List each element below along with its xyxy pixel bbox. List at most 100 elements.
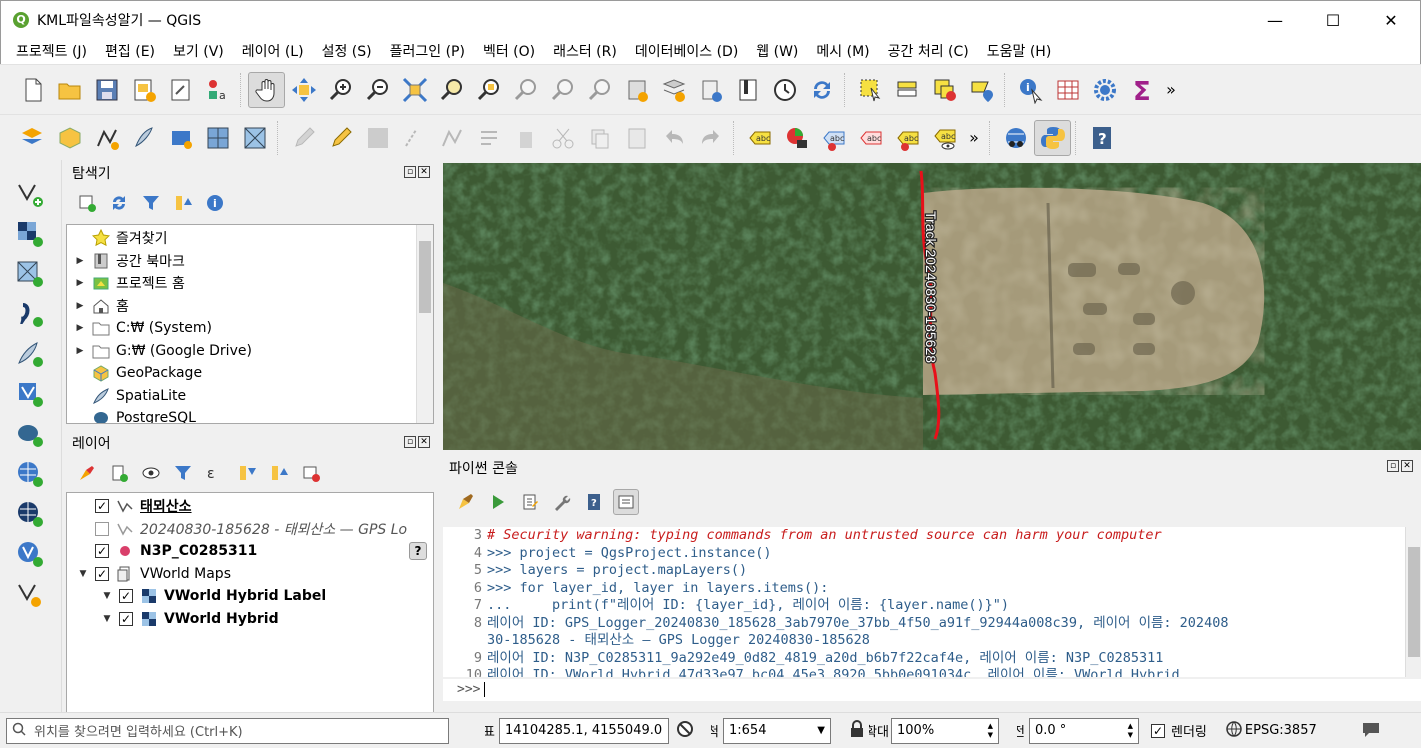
close-panel-icon[interactable]: ✕ [418,166,430,178]
collapse-arrow-icon[interactable]: ▼ [71,569,95,579]
delete-selected-icon[interactable] [507,120,544,156]
identify-features-icon[interactable]: i [1012,72,1049,108]
settings-gear-icon[interactable] [1086,72,1123,108]
locator-search-input[interactable]: 위치를 찾으려면 입력하세요 (Ctrl+K) [6,717,449,744]
open-styling-panel-icon[interactable] [74,460,100,486]
copy-features-icon[interactable] [581,120,618,156]
help-icon[interactable]: ? [1083,120,1120,156]
render-checkbox[interactable]: ✓ [1151,723,1165,738]
layer-visibility-checkbox[interactable]: ✓ [95,544,109,559]
layer-visibility-checkbox[interactable] [95,521,109,536]
diagram-options-icon[interactable] [778,120,815,156]
save-edits-icon[interactable] [359,120,396,156]
digitize-pencil-icon[interactable] [285,120,322,156]
menu-web[interactable]: 웹 (W) [747,41,807,61]
expand-all-icon[interactable] [234,460,260,486]
menu-database[interactable]: 데이터베이스 (D) [626,41,747,61]
unknown-crs-icon[interactable]: ? [409,542,427,561]
add-spatialite-layer-icon[interactable] [6,334,54,374]
style-manager-icon[interactable]: a [199,72,236,108]
zoom-to-selection-icon[interactable] [433,72,470,108]
toggle-editing-icon[interactable] [322,120,359,156]
add-delimited-text-icon[interactable]: , [6,294,54,334]
browser-item-spatial-bookmarks[interactable]: ▶ 공간 북마크 [73,250,433,273]
browser-scrollbar[interactable] [416,225,433,423]
help-book-icon[interactable]: ? [581,489,607,515]
map-canvas[interactable]: Track 20240830-185628 [443,163,1421,450]
toolbar2-overflow-button[interactable]: » [963,128,985,147]
add-mesh-layer-icon[interactable] [6,254,54,294]
collapse-arrow-icon[interactable]: ▼ [95,614,119,624]
new-spatialite-icon[interactable] [125,120,162,156]
zoom-out-icon[interactable] [359,72,396,108]
coordinate-toggle-icon[interactable] [675,719,695,743]
options-wrench-icon[interactable] [549,489,575,515]
add-wfs-layer-icon[interactable] [6,494,54,534]
menu-raster[interactable]: 래스터 (R) [544,41,626,61]
cut-features-icon[interactable] [544,120,581,156]
filter-icon[interactable] [138,190,164,216]
browser-item-project-home[interactable]: ▶ 프로젝트 홈 [73,272,433,295]
float-panel-icon[interactable]: ▫ [404,436,416,448]
new-mesh-icon[interactable] [236,120,273,156]
menu-vector[interactable]: 벡터 (O) [474,41,544,61]
open-project-icon[interactable] [51,72,88,108]
expand-arrow-icon[interactable]: ▶ [73,346,87,356]
crs-label[interactable]: EPSG:3857 [1245,723,1317,738]
select-features-icon[interactable] [852,72,889,108]
browser-item-c-drive[interactable]: ▶ C:₩ (System) [73,317,433,340]
python-console-icon[interactable] [1034,119,1071,156]
console-input[interactable]: >>> [443,679,1421,701]
add-layer-more-icon[interactable] [6,574,54,614]
collapse-arrow-icon[interactable]: ▼ [95,591,119,601]
float-panel-icon[interactable]: ▫ [404,166,416,178]
new-print-layout-icon[interactable] [125,72,162,108]
layout-manager-icon[interactable] [162,72,199,108]
refresh-icon[interactable] [803,72,840,108]
menu-edit[interactable]: 편집 (E) [96,41,164,61]
highlight-pin-labels-icon[interactable]: abc [815,120,852,156]
browser-item-postgresql[interactable]: PostgreSQL [73,407,433,423]
zoom-in-icon[interactable] [322,72,359,108]
crs-globe-icon[interactable] [1225,720,1243,742]
pin-labels-icon[interactable]: abc [852,120,889,156]
label-toolbar-icon[interactable]: abc [741,120,778,156]
run-command-icon[interactable] [485,489,511,515]
close-panel-icon[interactable]: ✕ [418,436,430,448]
pan-to-selection-icon[interactable] [285,72,322,108]
layer-visibility-checkbox[interactable]: ✓ [95,566,109,581]
redo-icon[interactable] [692,120,729,156]
messages-icon[interactable] [1361,720,1381,742]
add-selected-layers-icon[interactable] [74,190,100,216]
float-panel-icon[interactable]: ▫ [1387,460,1399,472]
menu-plugins[interactable]: 플러그인 (P) [381,41,474,61]
vertex-tool-icon[interactable] [433,120,470,156]
save-project-icon[interactable] [88,72,125,108]
menu-help[interactable]: 도움말 (H) [978,41,1061,61]
new-bookmark-icon[interactable] [618,72,655,108]
add-vector-layer-icon[interactable] [6,174,54,214]
menu-layer[interactable]: 레이어 (L) [233,41,313,61]
browser-item-geopackage[interactable]: GeoPackage [73,362,433,385]
close-button[interactable]: ✕ [1362,1,1420,39]
deselect-all-icon[interactable] [926,72,963,108]
rotation-spinbox[interactable]: 0.0 ° ▲ ▼ [1029,717,1139,744]
map-tips-icon[interactable] [729,72,766,108]
lock-icon[interactable] [849,719,865,742]
layer-row-vworld-hybrid-label[interactable]: ▼ ✓ VWorld Hybrid Label [71,585,433,608]
close-panel-icon[interactable]: ✕ [1401,460,1413,472]
add-postgis-layer-icon[interactable] [6,414,54,454]
menu-settings[interactable]: 설정 (S) [313,41,381,61]
layer-row-vworld-hybrid[interactable]: ▼ ✓ VWorld Hybrid [71,608,433,631]
temporal-controller-icon[interactable] [692,72,729,108]
label-visibility-icon[interactable]: abc [926,120,963,156]
expand-arrow-icon[interactable]: ▶ [73,301,87,311]
paste-features-icon[interactable] [618,120,655,156]
zoom-native-icon[interactable] [507,72,544,108]
collapse-all-icon[interactable] [266,460,292,486]
statistics-sigma-icon[interactable]: Σ [1123,72,1160,108]
menu-project[interactable]: 프로젝트 (J) [7,41,96,61]
console-output[interactable]: 3 # Security warning: typing commands fro… [443,527,1405,677]
maximize-button[interactable]: ☐ [1304,1,1362,39]
expand-arrow-icon[interactable]: ▶ [73,278,87,288]
